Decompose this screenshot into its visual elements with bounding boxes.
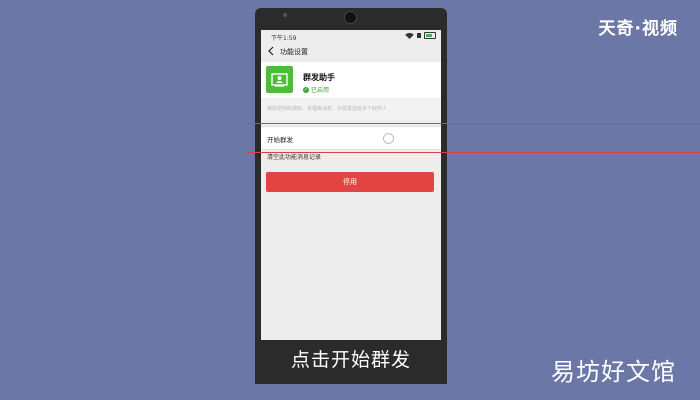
front-camera bbox=[344, 11, 357, 24]
check-icon: ✓ bbox=[303, 86, 309, 93]
battery-icon bbox=[424, 32, 436, 39]
highlight-line-bottom bbox=[248, 152, 700, 153]
nav-title: 功能设置 bbox=[280, 48, 308, 56]
touch-indicator-icon bbox=[383, 133, 394, 144]
start-mass-send-row[interactable]: 开始群发 bbox=[261, 126, 441, 150]
status-time: 下午1:59 bbox=[271, 35, 297, 42]
sensor-dot bbox=[283, 13, 287, 17]
app-status: ✓ 已启用 bbox=[303, 85, 329, 94]
highlight-line-top bbox=[248, 123, 700, 124]
status-bar: 下午1:59 bbox=[261, 30, 441, 43]
watermark-top: 天奇·视频 bbox=[598, 19, 678, 39]
caption-text: 点击开始群发 bbox=[290, 349, 411, 371]
wifi-icon bbox=[405, 32, 414, 39]
disable-button[interactable]: 停用 bbox=[266, 172, 434, 192]
start-mass-send-label: 开始群发 bbox=[267, 136, 293, 144]
phone-screen: 下午1:59 功能设置 群发助手 ✓ 已启用 接能把你的通知、祝福等消息，分别发… bbox=[261, 30, 441, 348]
mass-send-icon bbox=[266, 66, 293, 93]
signal-icon bbox=[417, 33, 421, 38]
nav-bar: 功能设置 bbox=[261, 43, 441, 60]
app-name: 群发助手 bbox=[303, 73, 335, 82]
app-card: 群发助手 ✓ 已启用 bbox=[261, 62, 441, 98]
status-icons bbox=[405, 32, 436, 39]
app-status-label: 已启用 bbox=[311, 87, 330, 94]
description-text: 接能把你的通知、祝福等消息，分别发送给多个收件人 bbox=[267, 106, 388, 112]
back-arrow-icon[interactable] bbox=[267, 46, 275, 56]
clear-history-label: 清空此功能消息记录 bbox=[267, 154, 322, 161]
feature-description: 接能把你的通知、祝福等消息，分别发送给多个收件人 bbox=[261, 98, 441, 120]
watermark-bottom: 易坊好文馆 bbox=[551, 358, 676, 386]
